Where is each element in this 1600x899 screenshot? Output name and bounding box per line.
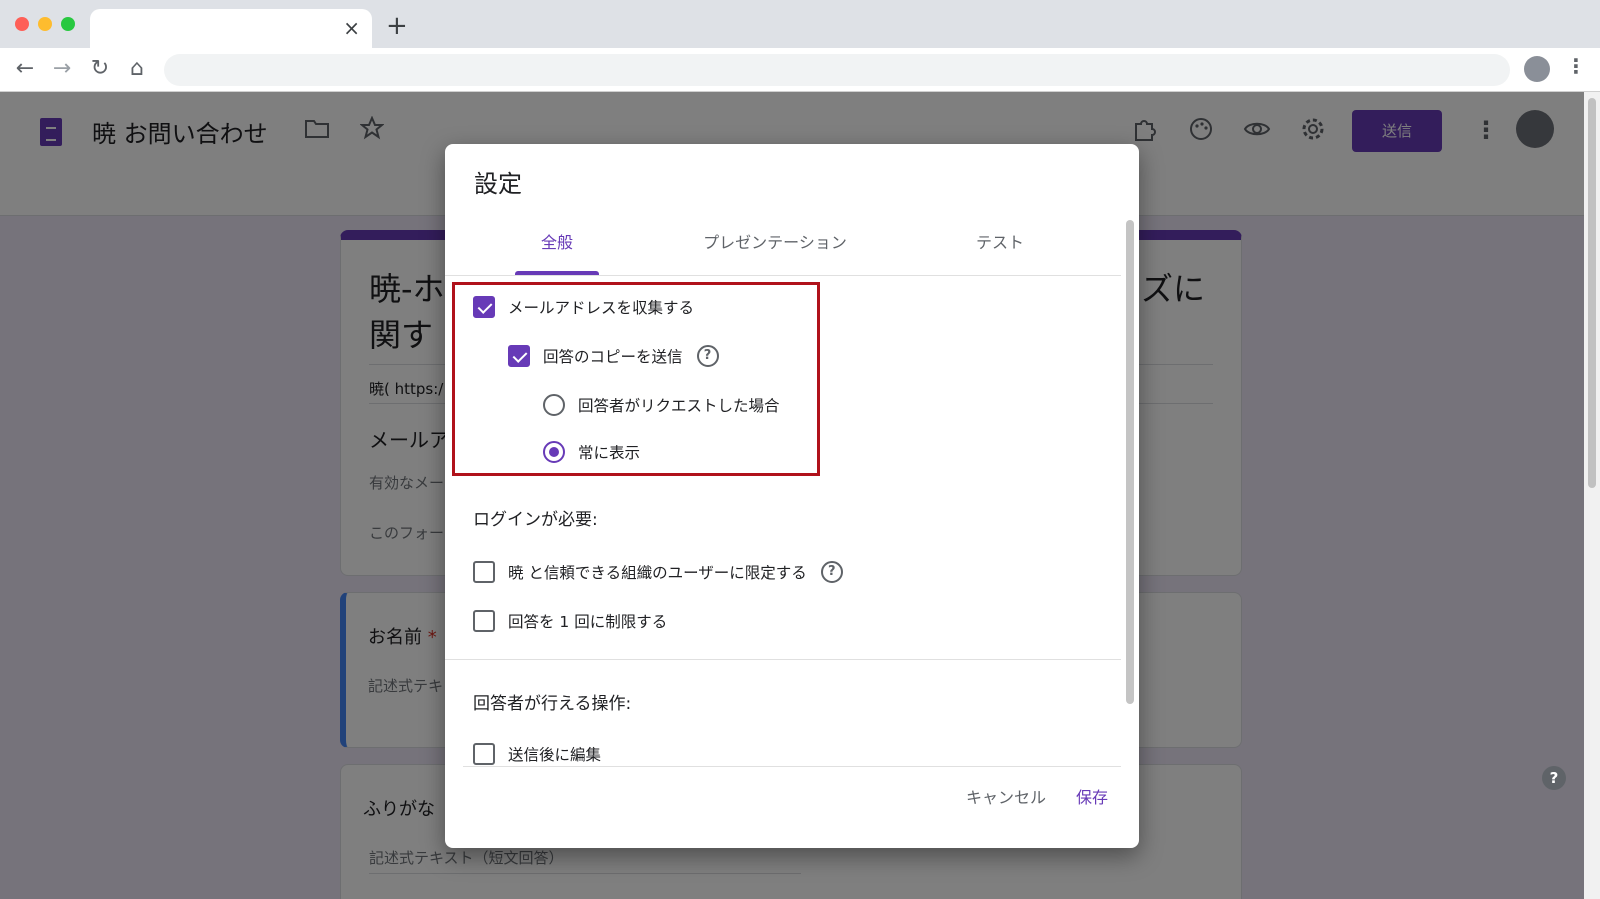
browser-toolbar: ← → ↻ ⌂ ⋮ <box>0 48 1600 92</box>
back-icon[interactable]: ← <box>11 55 39 83</box>
browser-tab[interactable]: × <box>90 9 372 48</box>
limit-one-label: 回答を 1 回に制限する <box>508 613 668 631</box>
page-scrollbar[interactable] <box>1584 92 1600 899</box>
respondent-section-heading: 回答者が行える操作: <box>473 694 632 714</box>
tab-presentation[interactable]: プレゼンテーション <box>675 226 875 276</box>
help-icon[interactable]: ? <box>1542 766 1566 790</box>
copy-on-request-label: 回答者がリクエストした場合 <box>578 397 780 415</box>
edit-after-row[interactable]: 送信後に編集 <box>473 741 601 767</box>
tab-test[interactable]: テスト <box>945 226 1055 276</box>
send-copy-checkbox[interactable] <box>508 345 530 367</box>
section-divider <box>445 659 1121 660</box>
collect-email-row[interactable]: メールアドレスを収集する <box>473 294 694 320</box>
address-bar[interactable] <box>164 54 1510 86</box>
copy-always-label: 常に表示 <box>578 444 641 462</box>
browser-tabstrip: × + <box>0 0 1600 48</box>
collect-email-label: メールアドレスを収集する <box>508 299 695 317</box>
reload-icon[interactable]: ↻ <box>86 55 114 83</box>
forward-icon[interactable]: → <box>48 55 76 83</box>
limit-one-checkbox[interactable] <box>473 610 495 632</box>
dialog-title: 設定 <box>474 170 522 198</box>
send-copy-row[interactable]: 回答のコピーを送信 ? <box>508 343 719 369</box>
minimize-window-button[interactable] <box>38 17 52 31</box>
copy-on-request-row[interactable]: 回答者がリクエストした場合 <box>543 392 780 418</box>
limit-one-row[interactable]: 回答を 1 回に制限する <box>473 608 667 634</box>
maximize-window-button[interactable] <box>61 17 75 31</box>
cancel-button[interactable]: キャンセル <box>966 786 1046 810</box>
profile-avatar[interactable] <box>1524 56 1550 82</box>
dialog-scrollbar[interactable] <box>1124 216 1136 766</box>
edit-after-label: 送信後に編集 <box>508 746 602 764</box>
restrict-org-row[interactable]: 暁 と信頼できる組織のユーザーに限定する ? <box>473 559 843 585</box>
tab-close-icon[interactable]: × <box>343 17 360 39</box>
restrict-org-label: 暁 と信頼できる組織のユーザーに限定する <box>508 564 807 582</box>
help-circle-icon[interactable]: ? <box>696 345 719 367</box>
footer-divider <box>463 766 1121 767</box>
tab-general[interactable]: 全般 <box>515 226 599 276</box>
edit-after-checkbox[interactable] <box>473 743 495 765</box>
close-window-button[interactable] <box>15 17 29 31</box>
restrict-org-checkbox[interactable] <box>473 561 495 583</box>
help-circle-icon[interactable]: ? <box>820 561 843 583</box>
copy-always-radio[interactable] <box>543 441 565 463</box>
copy-on-request-radio[interactable] <box>543 394 565 416</box>
send-copy-label: 回答のコピーを送信 <box>543 348 683 366</box>
new-tab-button[interactable]: + <box>386 13 408 39</box>
login-section-heading: ログインが必要: <box>473 510 598 530</box>
settings-dialog: 設定 全般 プレゼンテーション テスト メールアドレスを収集する 回答のコピーを… <box>445 144 1139 848</box>
dialog-scroll-thumb[interactable] <box>1126 220 1134 704</box>
save-button[interactable]: 保存 <box>1076 786 1108 810</box>
browser-menu-icon[interactable]: ⋮ <box>1566 54 1586 78</box>
active-tab-indicator <box>515 271 599 275</box>
collect-email-checkbox[interactable] <box>473 296 495 318</box>
settings-tabs: 全般 プレゼンテーション テスト <box>445 226 1121 276</box>
page-scroll-thumb[interactable] <box>1588 98 1596 488</box>
copy-always-row[interactable]: 常に表示 <box>543 439 640 465</box>
home-icon[interactable]: ⌂ <box>123 55 151 83</box>
